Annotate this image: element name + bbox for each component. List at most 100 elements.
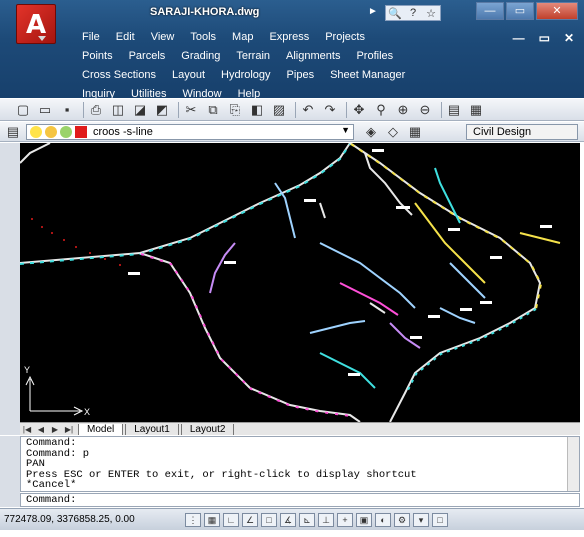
workspace-icon[interactable]: ⚙ <box>394 512 410 527</box>
layout-tabs-bar: |◀ ◀ ▶ ▶| Model Layout1 Layout2 <box>20 422 580 435</box>
command-input[interactable]: Command: <box>20 493 580 507</box>
standard-toolbar: ▢ ▭ ▪ ⎙ ◫ ◪ ◩ ✂ ⧉ ⎘ ◧ ▨ ↶ ↷ ✥ ⚲ ⊕ ⊖ ▤ ▦ <box>0 99 584 121</box>
print-icon[interactable]: ⎙ <box>87 102 105 118</box>
menu-profiles[interactable]: Profiles <box>356 50 393 62</box>
menu-view[interactable]: View <box>151 31 175 43</box>
properties-icon[interactable]: ▤ <box>445 102 463 118</box>
menu-layout[interactable]: Layout <box>172 69 205 81</box>
menu-row-2: Points Parcels Grading Terrain Alignment… <box>82 50 409 62</box>
tab-layout2[interactable]: Layout2 <box>180 423 235 435</box>
current-layer-name: croos -s-line <box>93 126 153 138</box>
drain-line <box>209 242 236 294</box>
tab-model[interactable]: Model <box>78 423 124 435</box>
open-icon[interactable]: ▭ <box>36 102 54 118</box>
menu-pipes[interactable]: Pipes <box>287 69 315 81</box>
layer-dropdown[interactable]: croos -s-line ▼ <box>26 124 354 140</box>
drawing-left-margin <box>0 143 20 435</box>
document-controls: — ▭ ✕ <box>499 31 574 45</box>
ucs-icon <box>25 375 84 416</box>
menu-express[interactable]: Express <box>269 31 309 43</box>
publish-icon[interactable]: ◪ <box>131 102 149 118</box>
lightbulb-icon[interactable] <box>30 126 42 138</box>
cut-icon[interactable]: ✂ <box>182 102 200 118</box>
ortho-icon[interactable]: ∟ <box>223 512 239 527</box>
save-icon[interactable]: ▪ <box>58 102 76 118</box>
menu-cross-sections[interactable]: Cross Sections <box>82 69 156 81</box>
paste-icon[interactable]: ⎘ <box>226 102 244 118</box>
menu-hydrology[interactable]: Hydrology <box>221 69 271 81</box>
block-icon[interactable]: ▨ <box>270 102 288 118</box>
new-icon[interactable]: ▢ <box>14 102 32 118</box>
menu-terrain[interactable]: Terrain <box>236 50 270 62</box>
drawing-canvas[interactable]: Y X <box>20 143 580 422</box>
undo-icon[interactable]: ↶ <box>299 102 317 118</box>
menu-projects[interactable]: Projects <box>325 31 365 43</box>
copy-icon[interactable]: ⧉ <box>204 102 222 118</box>
boundary-line <box>350 143 543 310</box>
lock-icon[interactable] <box>60 126 72 138</box>
menu-parcels[interactable]: Parcels <box>129 50 166 62</box>
zoom-previous-icon[interactable]: ⊖ <box>416 102 434 118</box>
pan-icon[interactable]: ✥ <box>350 102 368 118</box>
clean-screen-icon[interactable]: □ <box>432 512 448 527</box>
menu-points[interactable]: Points <box>82 50 113 62</box>
drain-line <box>389 322 421 349</box>
menu-alignments[interactable]: Alignments <box>286 50 340 62</box>
window-title: SARAJI-KHORA.dwg <box>150 6 260 18</box>
minimize-button[interactable]: — <box>476 2 504 20</box>
design-center-icon[interactable]: ▦ <box>467 102 485 118</box>
prev-tab-icon[interactable]: ◀ <box>34 425 48 434</box>
next-tab-icon[interactable]: ▶ <box>48 425 62 434</box>
close-button[interactable]: ✕ <box>536 2 578 20</box>
otrack-icon[interactable]: ∡ <box>280 512 296 527</box>
match-icon[interactable]: ◧ <box>248 102 266 118</box>
make-current-icon[interactable]: ◈ <box>362 124 380 140</box>
osnap-icon[interactable]: □ <box>261 512 277 527</box>
toolbar-lock-icon[interactable]: ▾ <box>413 512 429 527</box>
drawing-geometry: Y X <box>20 143 561 422</box>
menu-row-1: File Edit View Tools Map Express Project… <box>82 31 381 43</box>
snap-icon[interactable]: ⋮ <box>185 512 201 527</box>
boundary-line <box>20 143 351 265</box>
zoom-window-icon[interactable]: ⊕ <box>394 102 412 118</box>
doc-restore-button[interactable]: ▭ <box>539 31 550 45</box>
command-scrollbar[interactable] <box>567 437 579 491</box>
chevron-right-icon[interactable]: ► <box>368 6 378 17</box>
menu-map[interactable]: Map <box>232 31 253 43</box>
toolbar-separator <box>83 101 84 118</box>
menu-grading[interactable]: Grading <box>181 50 220 62</box>
menu-edit[interactable]: Edit <box>116 31 135 43</box>
model-icon[interactable]: ▣ <box>356 512 372 527</box>
menu-file[interactable]: File <box>82 31 100 43</box>
doc-close-button[interactable]: ✕ <box>564 31 574 45</box>
doc-minimize-button[interactable]: — <box>513 31 525 45</box>
preview-icon[interactable]: ◫ <box>109 102 127 118</box>
workspace-dropdown[interactable]: Civil Design <box>466 124 578 140</box>
menu-sheet-manager[interactable]: Sheet Manager <box>330 69 405 81</box>
first-tab-icon[interactable]: |◀ <box>20 425 34 434</box>
layer-states-icon[interactable]: ▦ <box>406 124 424 140</box>
polar-icon[interactable]: ∠ <box>242 512 258 527</box>
last-tab-icon[interactable]: ▶| <box>62 425 76 434</box>
help-icon[interactable]: ? <box>404 7 422 19</box>
layer-manager-icon[interactable]: ▤ <box>4 124 22 140</box>
tab-layout1[interactable]: Layout1 <box>125 423 179 435</box>
annotation-icon[interactable]: ◐ <box>375 512 391 527</box>
3d-print-icon[interactable]: ◩ <box>153 102 171 118</box>
search-icon[interactable]: 🔍 <box>386 7 404 20</box>
command-history[interactable]: Command: Command: p PAN Press ESC or ENT… <box>20 436 580 492</box>
redo-icon[interactable]: ↷ <box>321 102 339 118</box>
zoom-realtime-icon[interactable]: ⚲ <box>372 102 390 118</box>
command-history-line: PAN <box>26 458 45 470</box>
ducs-icon[interactable]: ⊾ <box>299 512 315 527</box>
menu-tools[interactable]: Tools <box>190 31 216 43</box>
lwt-icon[interactable]: + <box>337 512 353 527</box>
star-icon[interactable]: ☆ <box>422 7 440 20</box>
chevron-down-icon[interactable]: ▼ <box>341 125 350 135</box>
application-menu-button[interactable]: A <box>16 4 56 44</box>
maximize-button[interactable]: ▭ <box>506 2 534 20</box>
dyn-icon[interactable]: ⊥ <box>318 512 334 527</box>
sun-icon[interactable] <box>45 126 57 138</box>
grid-icon[interactable]: ▦ <box>204 512 220 527</box>
layer-previous-icon[interactable]: ◇ <box>384 124 402 140</box>
